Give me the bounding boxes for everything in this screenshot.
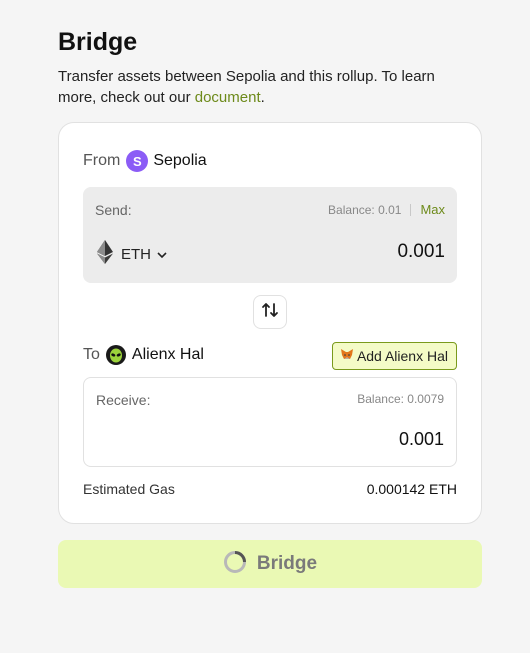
token-symbol: ETH (121, 246, 151, 263)
sepolia-icon: S (126, 150, 149, 172)
metamask-fox-icon (340, 349, 353, 363)
receive-label: Receive: (96, 392, 151, 408)
balance-divider (410, 203, 412, 216)
swap-arrows-icon (261, 301, 279, 324)
to-chain-name: Alienx Hal (131, 346, 204, 363)
send-amount-input[interactable]: 0.001 (397, 241, 445, 263)
page-description: Transfer assets between Sepolia and this… (58, 66, 468, 108)
document-link[interactable]: document (195, 89, 261, 106)
add-network-button[interactable]: Add Alienx Hal (331, 342, 457, 370)
send-balance-row: Balance: 0.01 Max (328, 202, 445, 217)
swap-direction-button[interactable] (253, 295, 287, 329)
receive-amount: 0.001 (398, 429, 444, 449)
bridge-card: From S Sepolia Send: Balance: 0.01 Max E… (58, 122, 482, 524)
page-title: Bridge (58, 28, 138, 56)
chevron-down-icon (157, 246, 167, 264)
bridge-submit-button[interactable]: Bridge (58, 540, 482, 588)
send-balance: Balance: 0.01 (328, 202, 402, 217)
estimated-gas-label: Estimated Gas (83, 481, 175, 497)
to-row: To Alienx Hal (83, 343, 204, 367)
estimated-gas-value: 0.000142 ETH (366, 481, 457, 497)
send-box: Send: Balance: 0.01 Max ETH 0.001 (83, 187, 457, 283)
token-selector[interactable]: ETH (97, 240, 167, 269)
receive-box: Receive: Balance: 0.0079 0.001 (83, 377, 457, 467)
bridge-button-label: Bridge (256, 553, 318, 574)
loading-spinner-icon (223, 550, 247, 579)
to-label: To (83, 346, 100, 363)
from-chain-name: Sepolia (153, 152, 207, 169)
from-label: From (83, 152, 121, 169)
send-label: Send: (95, 202, 132, 218)
from-row: From S Sepolia (83, 149, 207, 173)
receive-balance: Balance: 0.0079 (357, 392, 444, 406)
max-button[interactable]: Max (420, 202, 445, 217)
eth-icon (97, 240, 113, 269)
description-suffix: . (260, 89, 265, 106)
alien-icon (105, 345, 126, 365)
add-network-label: Add Alienx Hal (356, 348, 448, 364)
